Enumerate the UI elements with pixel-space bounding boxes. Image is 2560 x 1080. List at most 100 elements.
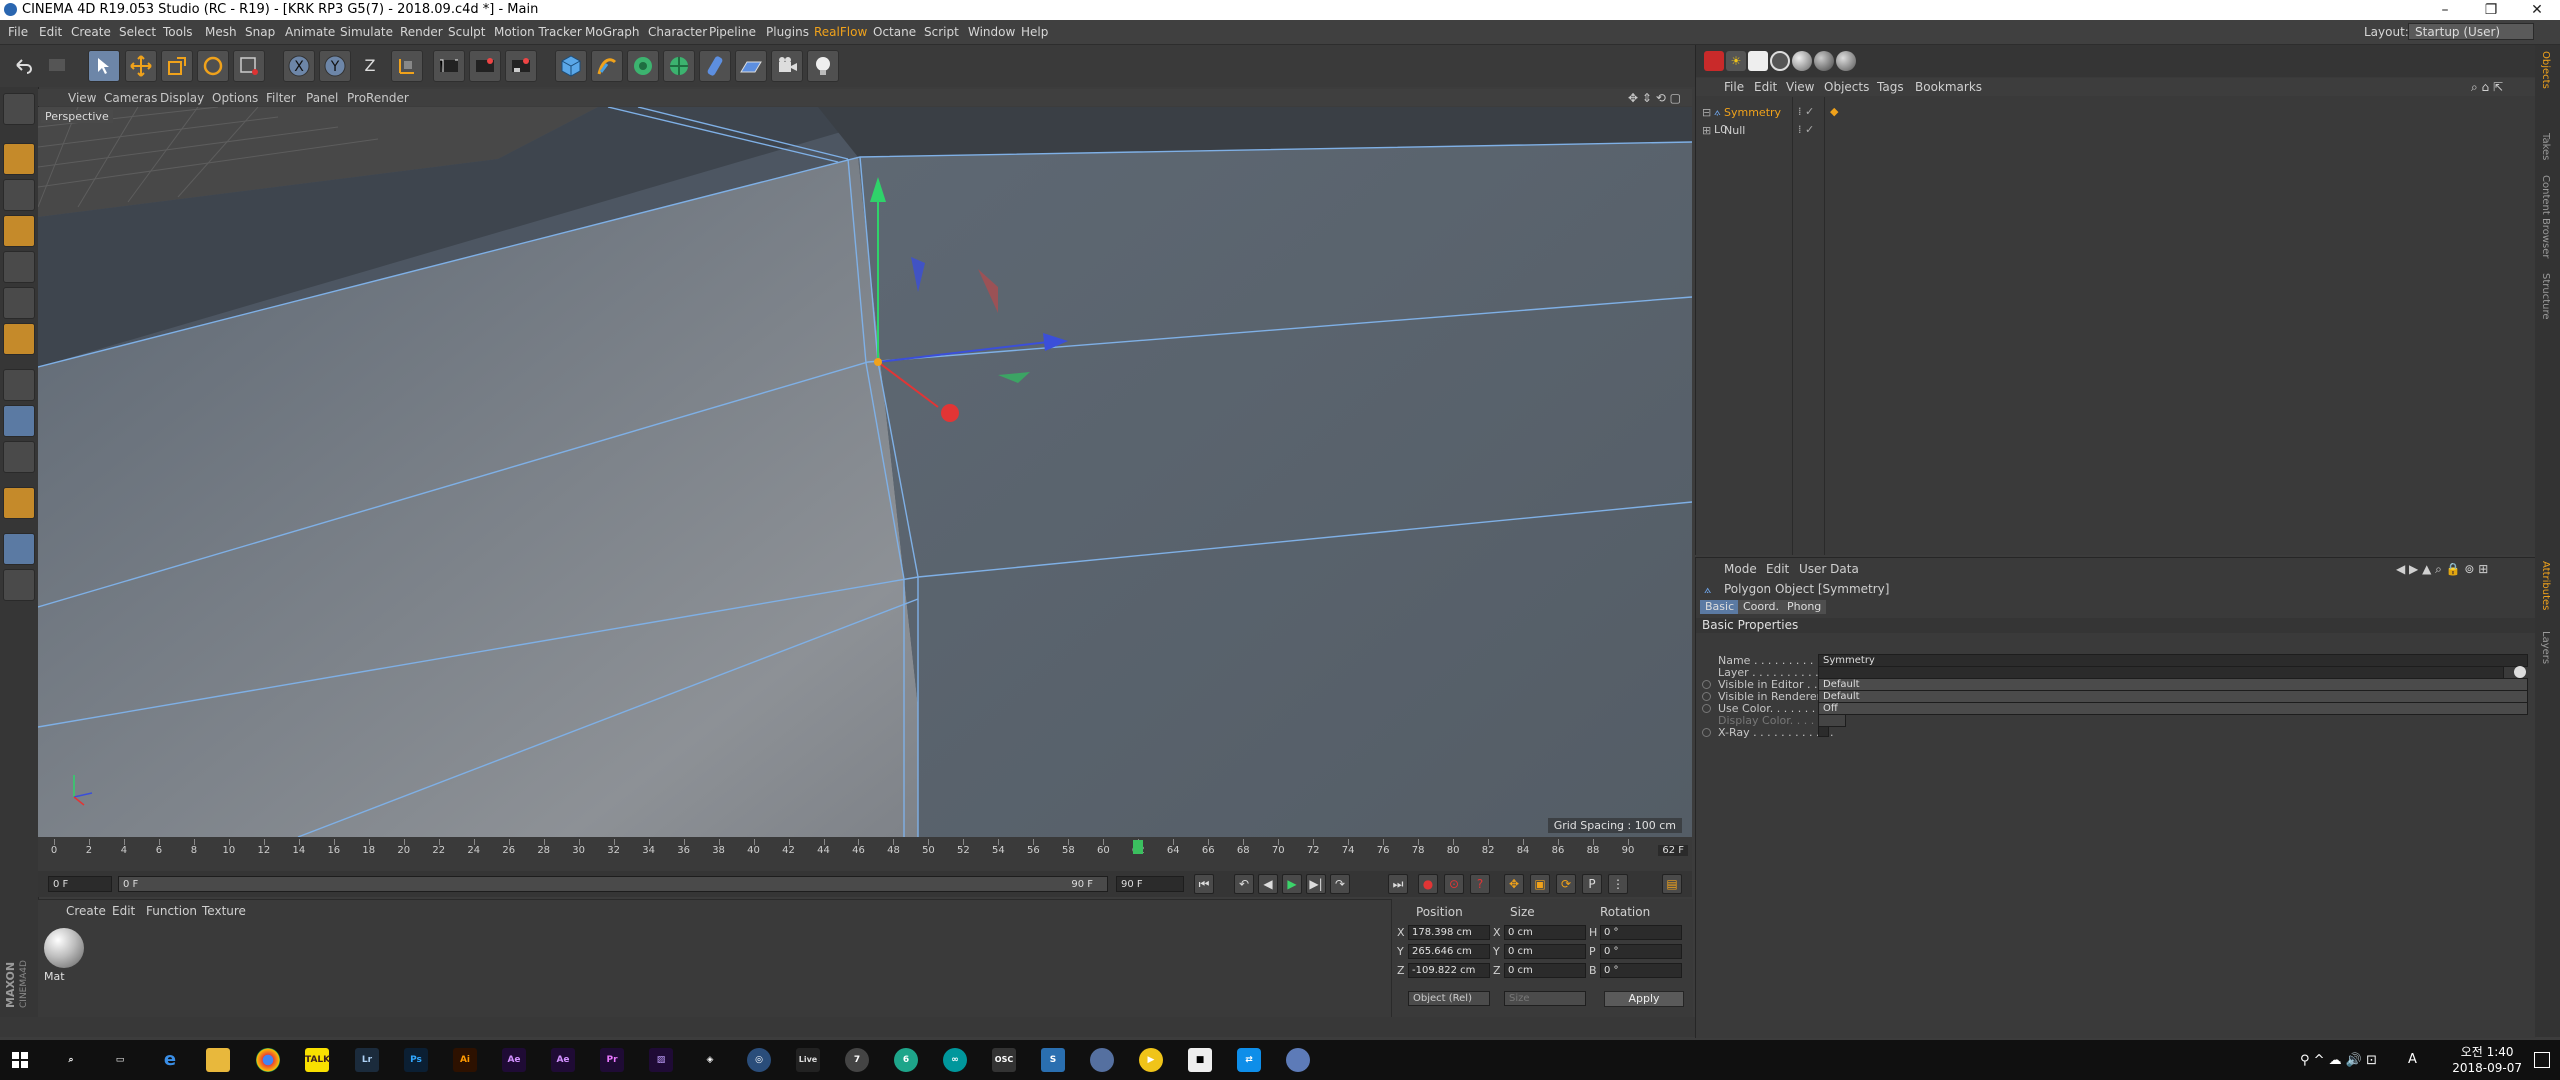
app-6-icon[interactable]: 6 [894,1048,918,1072]
media-encoder-icon[interactable]: ▨ [649,1048,673,1072]
step-back-icon[interactable]: ◀ [1258,874,1278,894]
axis-mode-icon[interactable] [3,369,35,401]
chrome-icon[interactable] [256,1048,280,1072]
expand-icon[interactable]: ⊞ [1702,124,1711,137]
scale-icon[interactable] [161,50,193,82]
render-region-icon[interactable] [1704,51,1724,71]
menu-character[interactable]: Character [648,25,707,39]
viewport-menu-prorender[interactable]: ProRender [347,91,409,105]
menu-animate[interactable]: Animate [285,25,335,39]
recent-tool-icon[interactable] [233,50,265,82]
material-menu-function[interactable]: Function [146,904,197,918]
magnet-icon[interactable] [3,487,35,519]
expand-icon[interactable]: ⊟ [1702,106,1711,119]
menu-snap[interactable]: Snap [245,25,275,39]
position-x-field[interactable]: 178.398 cm [1408,925,1490,940]
record-position-icon[interactable]: ✥ [1504,874,1524,894]
record-parameter-icon[interactable]: P [1582,874,1602,894]
after-effects-icon[interactable]: Ae [502,1048,526,1072]
teamviewer-icon[interactable]: ⇄ [1237,1048,1261,1072]
side-tab-content-browser[interactable]: Content Browser [2540,175,2551,258]
menu-mesh[interactable]: Mesh [205,25,237,39]
app-blue-icon[interactable] [1090,1048,1114,1072]
background-icon[interactable] [1748,51,1768,71]
autokeying-icon[interactable]: ⊙ [1444,874,1464,894]
menu-file[interactable]: File [8,25,28,39]
points-mode-icon[interactable] [3,251,35,283]
object-menu-file[interactable]: File [1724,80,1744,94]
app-7-icon[interactable]: 7 [845,1048,869,1072]
viewport-menu-cameras[interactable]: Cameras [104,91,157,105]
object-name-null[interactable]: Null [1724,124,1745,137]
unity-icon[interactable]: ◈ [698,1048,722,1072]
workplane-lock-icon[interactable] [3,533,35,565]
model-mode-icon[interactable] [3,143,35,175]
live-selection-icon[interactable] [88,50,120,82]
notification-icon[interactable] [2534,1052,2550,1068]
app-black-icon[interactable]: ■ [1188,1048,1212,1072]
menu-pipeline[interactable]: Pipeline [709,25,756,39]
arduino-icon[interactable]: ∞ [943,1048,967,1072]
animate-radio[interactable] [1702,728,1711,737]
make-editable-icon[interactable] [3,93,35,125]
material-menu-create[interactable]: Create [66,904,106,918]
environment-icon[interactable] [1770,51,1790,71]
undo-icon[interactable] [8,50,40,82]
after-effects-2-icon[interactable]: Ae [551,1048,575,1072]
z-axis-lock-icon[interactable]: Z [355,50,387,82]
menu-mograph[interactable]: MoGraph [585,25,640,39]
size-x-field[interactable]: 0 cm [1504,925,1586,940]
viewport-menu-filter[interactable]: Filter [266,91,296,105]
deformer-icon[interactable] [699,50,731,82]
task-view-icon[interactable]: ▭ [108,1048,132,1072]
menu-create[interactable]: Create [71,25,111,39]
light-icon[interactable] [807,50,839,82]
animate-radio[interactable] [1702,704,1711,713]
maximize-button[interactable]: ❐ [2468,0,2514,20]
x-axis-lock-icon[interactable]: X [283,50,315,82]
sun-icon[interactable]: ☀ [1726,51,1746,71]
app-yellow-icon[interactable]: ▶ [1139,1048,1163,1072]
side-tab-objects[interactable]: Objects [2540,51,2551,89]
phong-tag-icon[interactable]: ◆ [1830,105,1838,118]
timeline-playhead[interactable] [1133,840,1144,854]
subdivision-icon[interactable] [627,50,659,82]
coordinate-mode-select[interactable]: Object (Rel) [1408,991,1490,1006]
tab-coord[interactable]: Coord. [1738,600,1784,614]
size-mode-select[interactable]: Size [1504,991,1586,1006]
camera-icon[interactable] [771,50,803,82]
y-axis-lock-icon[interactable]: Y [319,50,351,82]
side-tab-attributes[interactable]: Attributes [2540,561,2551,610]
ableton-live-icon[interactable]: Live [796,1048,820,1072]
attribute-nav-icons[interactable]: ◀ ▶ ▲ ⌕ 🔒 ⊚ ⊞ [2396,562,2488,577]
menu-window[interactable]: Window [968,25,1015,39]
solo-icon[interactable] [3,569,35,601]
material-menu-edit[interactable]: Edit [112,904,135,918]
side-tab-takes[interactable]: Takes [2540,133,2551,160]
menu-help[interactable]: Help [1021,25,1048,39]
tab-phong[interactable]: Phong [1782,600,1827,614]
menu-motion-tracker[interactable]: Motion Tracker [494,25,582,39]
start-frame-field[interactable]: 0 F [48,876,112,892]
x-ray-checkbox[interactable] [1818,726,1829,737]
floor-icon[interactable] [735,50,767,82]
position-z-field[interactable]: -109.822 cm [1408,963,1490,978]
ime-indicator[interactable]: A [2408,1052,2417,1067]
side-tab-structure[interactable]: Structure [2540,273,2551,320]
rotation-p-field[interactable]: 0 ° [1600,944,1682,959]
pen-icon[interactable] [591,50,623,82]
sky-icon[interactable] [1792,51,1812,71]
menu-render[interactable]: Render [400,25,443,39]
record-active-objects-icon[interactable]: ● [1418,874,1438,894]
texture-mode-icon[interactable] [3,179,35,211]
viewport-menu-panel[interactable]: Panel [306,91,338,105]
tweak-mode-icon[interactable] [3,405,35,437]
cinema4d-icon[interactable]: ◎ [747,1048,771,1072]
record-scale-icon[interactable]: ▣ [1530,874,1550,894]
minimize-button[interactable]: – [2422,0,2468,20]
step-forward-icon[interactable]: ▶| [1306,874,1326,894]
object-row-null[interactable]: ⊞ L0 Null ⁞ ✓ [1702,123,1862,139]
render-view-icon[interactable] [433,50,465,82]
tab-basic[interactable]: Basic [1700,600,1740,614]
rotate-icon[interactable] [197,50,229,82]
